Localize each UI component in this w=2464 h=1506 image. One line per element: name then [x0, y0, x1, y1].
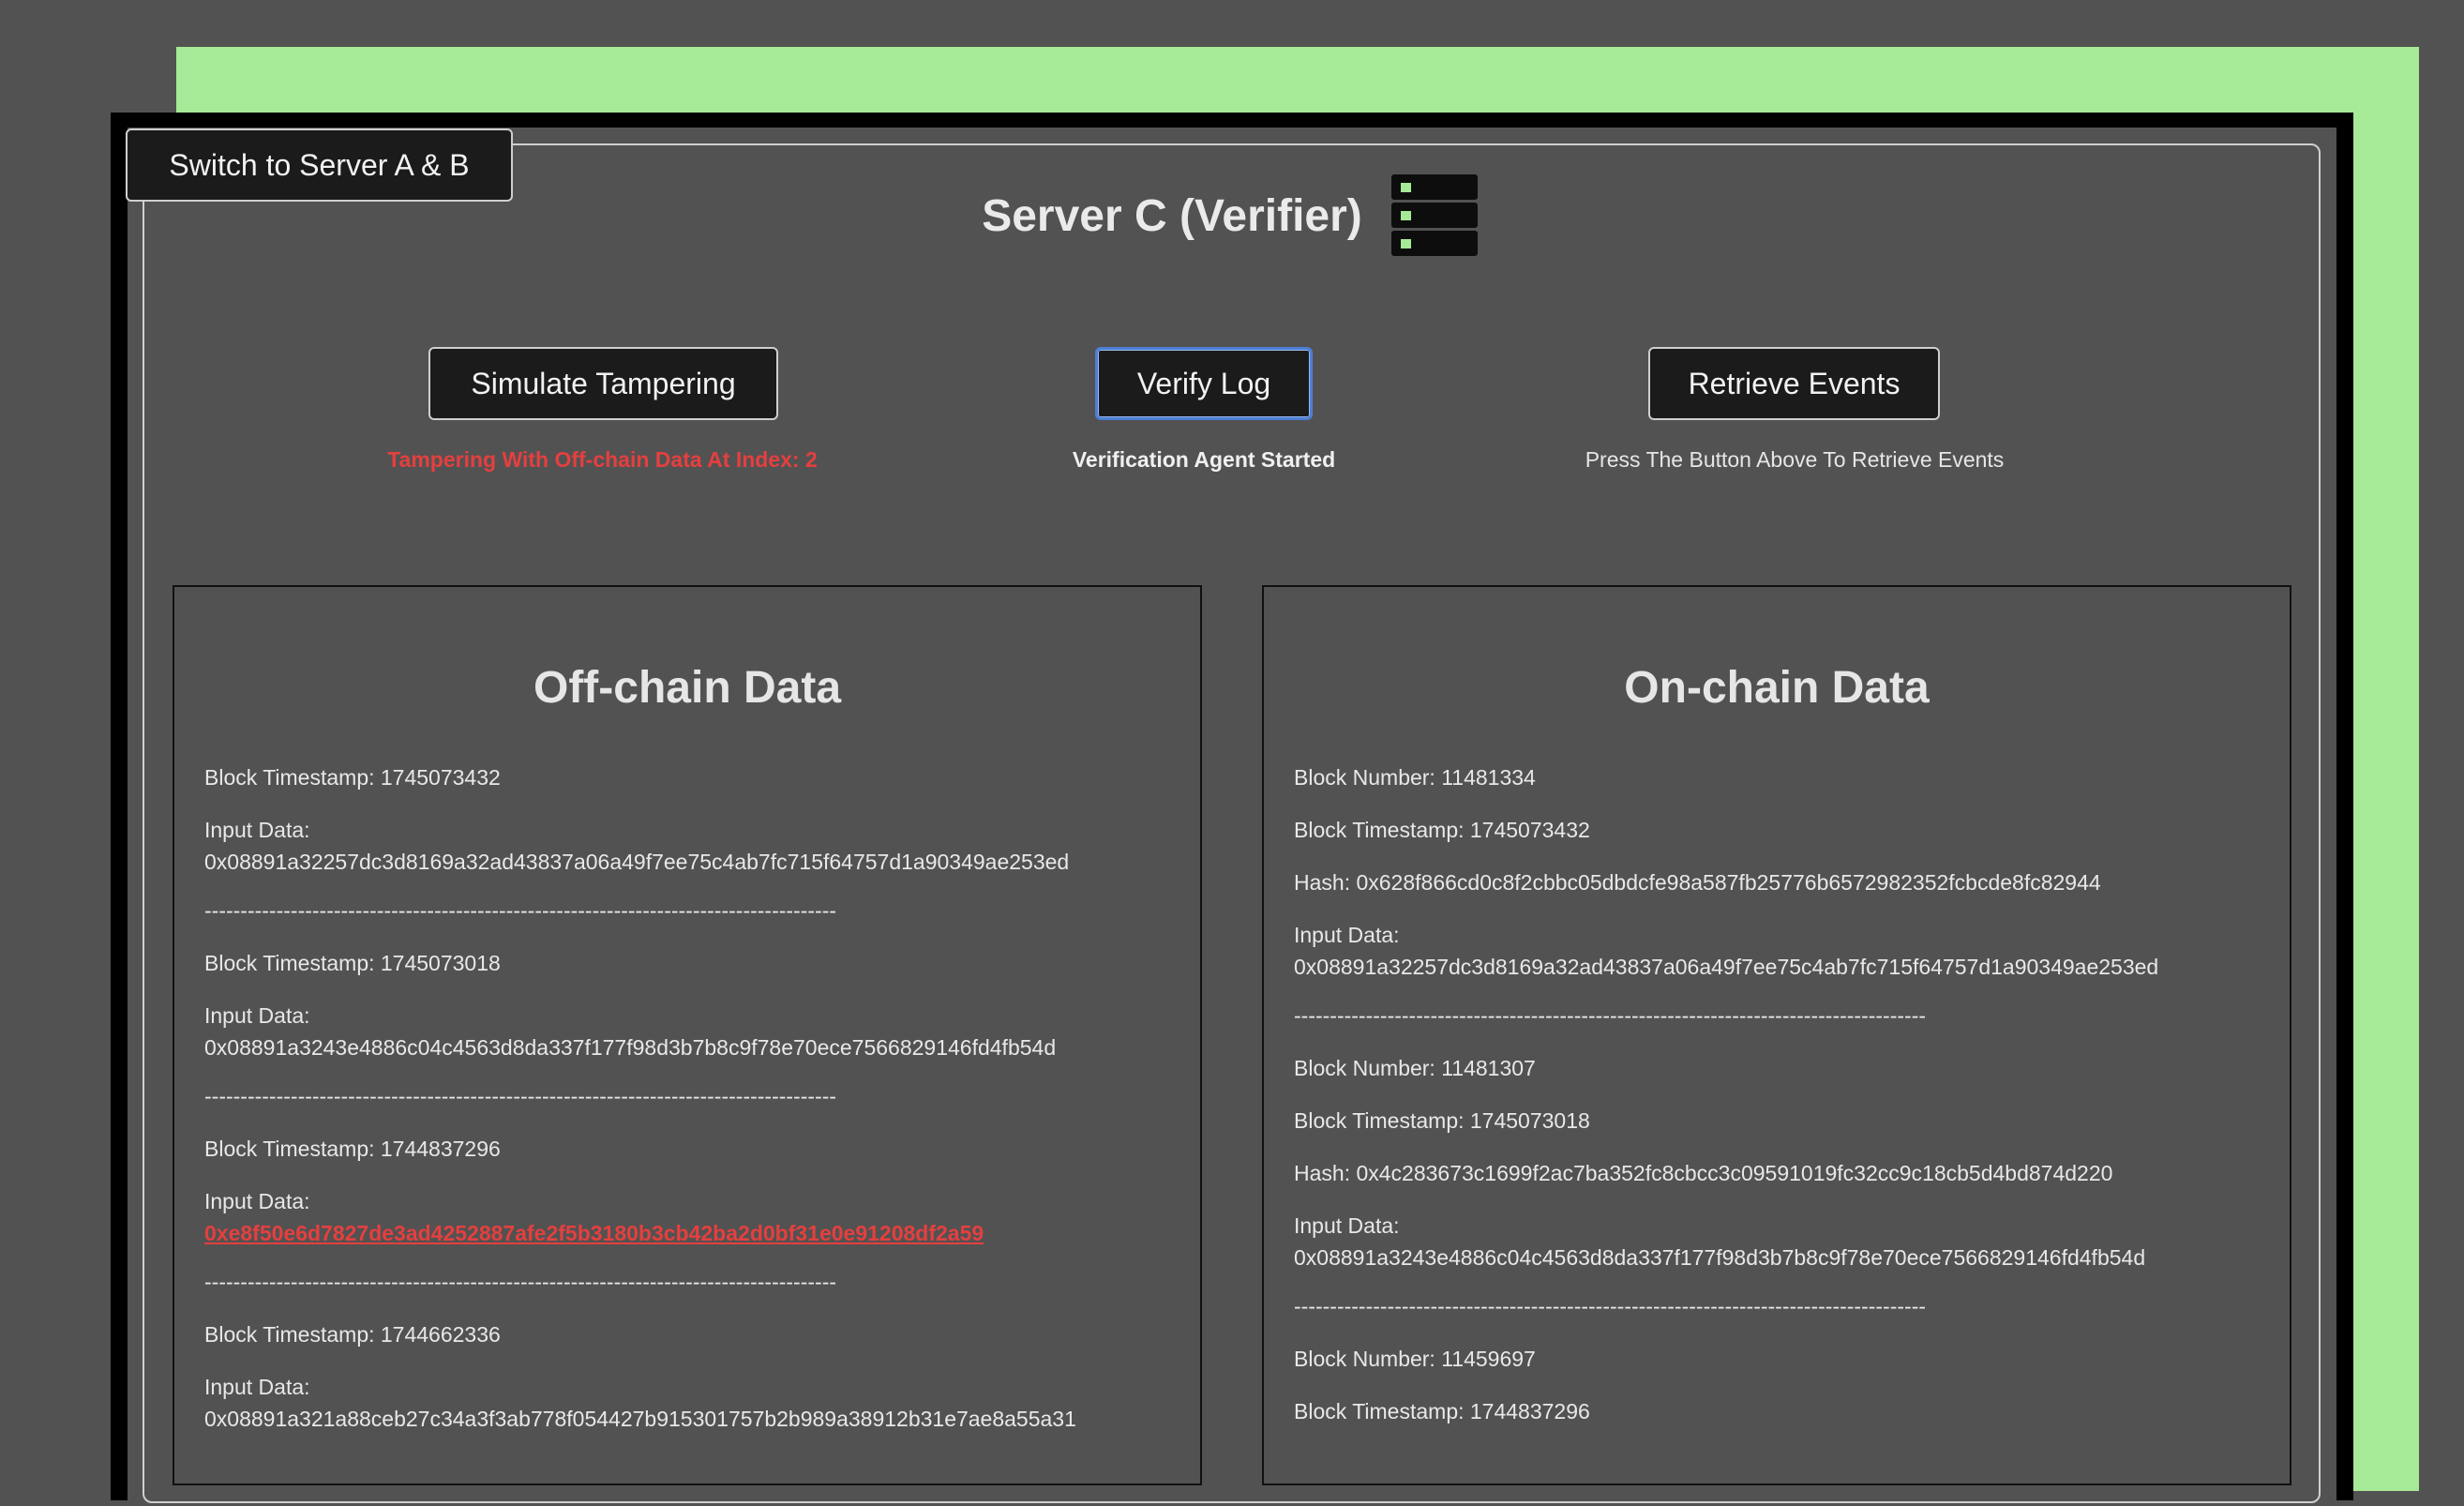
- server-unit: [1391, 231, 1478, 256]
- verification-status: Verification Agent Started: [1072, 447, 1336, 472]
- server-unit: [1391, 203, 1478, 228]
- input-data-value: 0x08891a3243e4886c04c4563d8da337f177f98d…: [1294, 1245, 2146, 1270]
- onchain-entries: Block Number: 11481334 Block Timestamp: …: [1294, 761, 2271, 1427]
- tampered-input-value: 0xe8f50e6d7827de3ad4252887afe2f5b3180b3c…: [204, 1221, 984, 1245]
- block-number: Block Number: 11481334: [1294, 765, 1536, 790]
- entry-separator: ----------------------------------------…: [1294, 1003, 1927, 1028]
- verify-log-button[interactable]: Verify Log: [1095, 347, 1313, 420]
- offchain-panel: Off-chain Data Block Timestamp: 17450734…: [173, 585, 1202, 1485]
- block-timestamp: Block Timestamp: 1744662336: [204, 1322, 501, 1347]
- switch-server-button[interactable]: Switch to Server A & B: [126, 128, 513, 202]
- server-rack-icon: [1391, 174, 1478, 257]
- entry-separator: ----------------------------------------…: [1294, 1294, 1927, 1318]
- list-item: Block Number: 11481307 Block Timestamp: …: [1294, 1052, 2271, 1343]
- input-data-label: Input Data:: [204, 1375, 310, 1399]
- list-item: Block Timestamp: 1744837296 Input Data: …: [204, 1133, 1181, 1318]
- input-data-value: 0x08891a3243e4886c04c4563d8da337f177f98d…: [204, 1035, 1057, 1060]
- retrieve-status: Press The Button Above To Retrieve Event…: [1585, 447, 2005, 472]
- server-led: [1401, 239, 1411, 248]
- tampering-status: Tampering With Off-chain Data At Index: …: [387, 447, 818, 472]
- input-data-label: Input Data:: [204, 1189, 310, 1213]
- block-number: Block Number: 11481307: [1294, 1056, 1536, 1080]
- list-item: Block Timestamp: 1745073432 Input Data: …: [204, 761, 1181, 947]
- block-timestamp: Block Timestamp: 1745073018: [1294, 1108, 1590, 1133]
- block-hash: Hash: 0x628f866cd0c8f2cbbc05dbdcfe98a587…: [1294, 870, 2101, 895]
- block-timestamp: Block Timestamp: 1744837296: [204, 1137, 501, 1161]
- input-data-value: 0x08891a321a88ceb27c34a3f3ab778f054427b9…: [204, 1407, 1076, 1431]
- list-item: Block Timestamp: 1744662336 Input Data: …: [204, 1318, 1181, 1435]
- block-hash: Hash: 0x4c283673c1699f2ac7ba352fc8cbcc3c…: [1294, 1161, 2113, 1185]
- server-unit: [1391, 174, 1478, 200]
- input-data-value: 0x08891a32257dc3d8169a32ad43837a06a49f7e…: [204, 850, 1070, 874]
- offchain-entries: Block Timestamp: 1745073432 Input Data: …: [204, 761, 1181, 1435]
- entry-separator: ----------------------------------------…: [204, 898, 837, 923]
- input-data-label: Input Data:: [1294, 1213, 1400, 1238]
- onchain-panel: On-chain Data Block Number: 11481334 Blo…: [1262, 585, 2291, 1485]
- list-item: Block Number: 11459697 Block Timestamp: …: [1294, 1343, 2271, 1427]
- block-timestamp: Block Timestamp: 1745073432: [1294, 818, 1590, 842]
- page-title: Server C (Verifier): [982, 191, 1362, 241]
- block-timestamp: Block Timestamp: 1745073018: [204, 951, 501, 975]
- block-timestamp: Block Timestamp: 1744837296: [1294, 1399, 1590, 1423]
- server-led: [1401, 183, 1411, 192]
- input-data-label: Input Data:: [204, 1003, 310, 1028]
- simulate-tampering-button[interactable]: Simulate Tampering: [428, 347, 778, 420]
- input-data-label: Input Data:: [1294, 923, 1400, 947]
- list-item: Block Timestamp: 1745073018 Input Data: …: [204, 947, 1181, 1133]
- block-timestamp: Block Timestamp: 1745073432: [204, 765, 501, 790]
- onchain-title: On-chain Data: [1624, 663, 1930, 713]
- input-data-label: Input Data:: [204, 818, 310, 842]
- block-number: Block Number: 11459697: [1294, 1347, 1536, 1371]
- entry-separator: ----------------------------------------…: [204, 1084, 837, 1108]
- input-data-value: 0x08891a32257dc3d8169a32ad43837a06a49f7e…: [1294, 955, 2159, 979]
- entry-separator: ----------------------------------------…: [204, 1270, 837, 1294]
- offchain-title: Off-chain Data: [533, 663, 842, 713]
- server-led: [1401, 211, 1411, 220]
- retrieve-events-button[interactable]: Retrieve Events: [1648, 347, 1940, 420]
- list-item: Block Number: 11481334 Block Timestamp: …: [1294, 761, 2271, 1052]
